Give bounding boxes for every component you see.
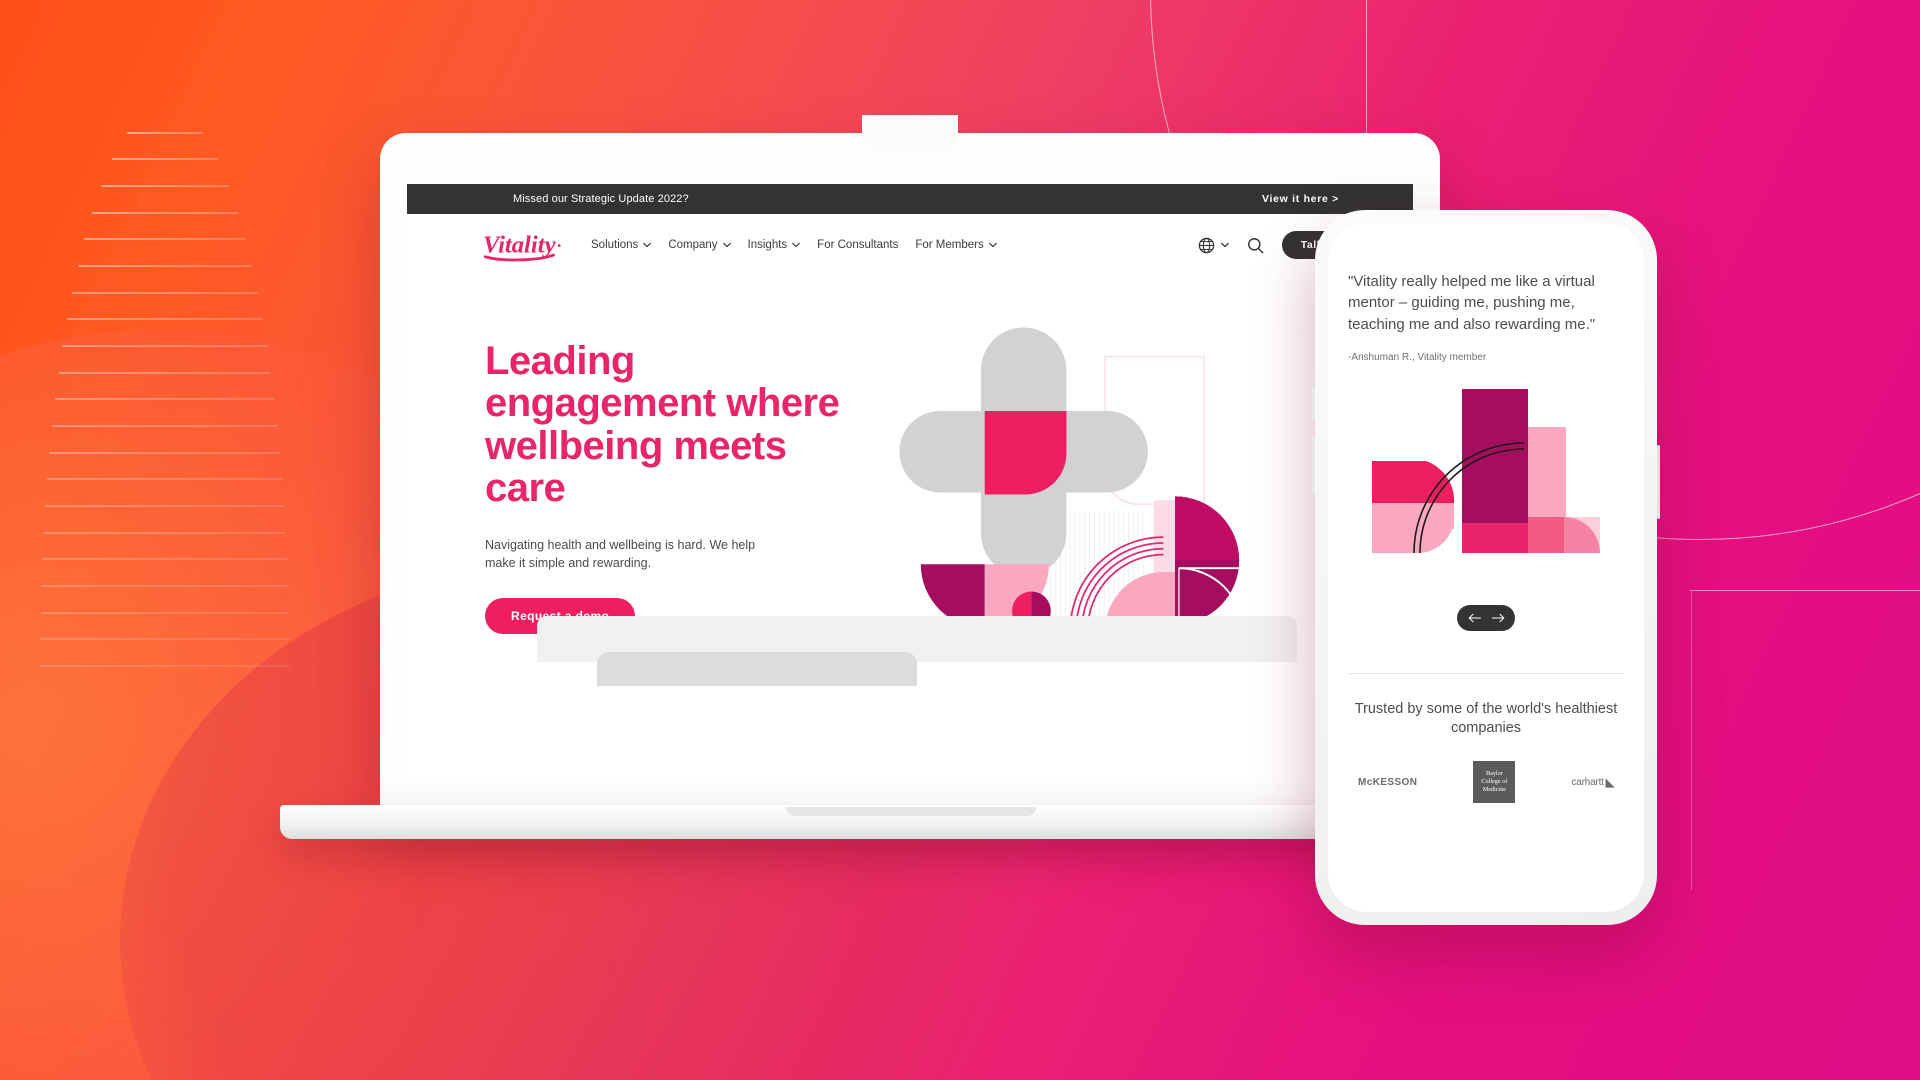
carhartt-logo: carhartt ◣ (1571, 776, 1614, 789)
chevron-down-icon (792, 242, 800, 248)
laptop-trackpad-notch (786, 807, 1036, 816)
chevron-down-icon (722, 242, 731, 248)
phone-geometric-graphic (1372, 388, 1600, 553)
phone-mockup: "Vitality really helped me like a virtua… (1312, 210, 1660, 925)
hero-illustration (865, 322, 1373, 652)
nav-item-solutions[interactable]: Solutions (591, 239, 652, 251)
carhartt-mark-icon: ◣ (1605, 776, 1614, 789)
testimonial-carousel-controls (1457, 604, 1515, 631)
laptop-lid: Missed our Strategic Update 2022? View i… (380, 115, 1440, 817)
search-icon[interactable] (1246, 236, 1265, 255)
decorative-horizontal-rule (1690, 590, 1920, 592)
arrow-right-icon[interactable] (1491, 612, 1506, 624)
nav-item-label: Solutions (591, 239, 639, 251)
laptop-camera-notch (862, 115, 958, 149)
baylor-line-1: Baylor (1485, 770, 1503, 778)
testimonial-attribution: -Anshuman R., Vitality member (1348, 351, 1487, 363)
phone-power-button (1657, 445, 1660, 519)
nav-item-label: Company (668, 239, 718, 251)
language-selector[interactable] (1197, 236, 1229, 255)
decorative-vertical-rule-right (1690, 590, 1692, 890)
hero-copy: Leading engagement where wellbeing meets… (485, 322, 865, 652)
baylor-line-3: Medicine (1482, 785, 1507, 793)
nav-item-company[interactable]: Company (668, 239, 731, 251)
laptop-screen: Missed our Strategic Update 2022? View i… (407, 184, 1413, 782)
arrow-left-icon[interactable] (1467, 612, 1482, 624)
nav-item-for-members[interactable]: For Members (915, 239, 997, 251)
nav-item-label: For Members (915, 239, 984, 251)
phone-screen: "Vitality really helped me like a virtua… (1328, 223, 1644, 912)
page-content-peek-secondary (597, 652, 917, 686)
nav-item-insights[interactable]: Insights (748, 239, 801, 251)
testimonial-quote: "Vitality really helped me like a virtua… (1348, 273, 1596, 333)
svg-text:Vitality: Vitality (483, 231, 556, 258)
promo-banner-text: Missed our Strategic Update 2022? (513, 193, 689, 205)
section-divider (1348, 672, 1624, 674)
trusted-by-heading: Trusted by some of the world's healthies… (1354, 700, 1618, 737)
phone-volume-up-button (1312, 386, 1315, 420)
carhartt-label: carhartt (1571, 776, 1604, 788)
baylor-college-of-medicine-logo: Baylor College of Medicine (1473, 761, 1516, 804)
site-header: Vitality Solutions Company Insights For … (407, 214, 1413, 276)
nav-item-label: For Consultants (817, 239, 899, 251)
nav-item-label: Insights (747, 239, 788, 251)
main-nav: Solutions Company Insights For Consultan… (591, 239, 997, 251)
vitality-logo[interactable]: Vitality (483, 228, 567, 262)
decorative-line-stack (40, 105, 290, 667)
hero-section: Leading engagement where wellbeing meets… (407, 276, 1413, 686)
hero-subtitle: Navigating health and wellbeing is hard.… (485, 537, 756, 570)
hero-title: Leading engagement where wellbeing meets… (485, 339, 840, 511)
nav-item-for-consultants[interactable]: For Consultants (817, 239, 898, 251)
phone-volume-down-button (1312, 436, 1315, 494)
chevron-down-icon (1220, 242, 1229, 248)
phone-illustration (1348, 381, 1624, 571)
promo-banner: Missed our Strategic Update 2022? View i… (407, 184, 1413, 214)
globe-icon (1198, 237, 1215, 253)
mckesson-logo: McKESSON (1358, 776, 1418, 788)
hero-geometric-graphic (899, 327, 1244, 633)
chevron-down-icon (643, 242, 652, 248)
laptop-mockup: Missed our Strategic Update 2022? View i… (280, 115, 1542, 839)
baylor-line-2: College of (1481, 778, 1508, 786)
chevron-down-icon (988, 242, 997, 248)
promo-banner-link[interactable]: View it here > (1262, 193, 1339, 205)
partner-logos: McKESSON Baylor College of Medicine carh… (1348, 761, 1624, 804)
